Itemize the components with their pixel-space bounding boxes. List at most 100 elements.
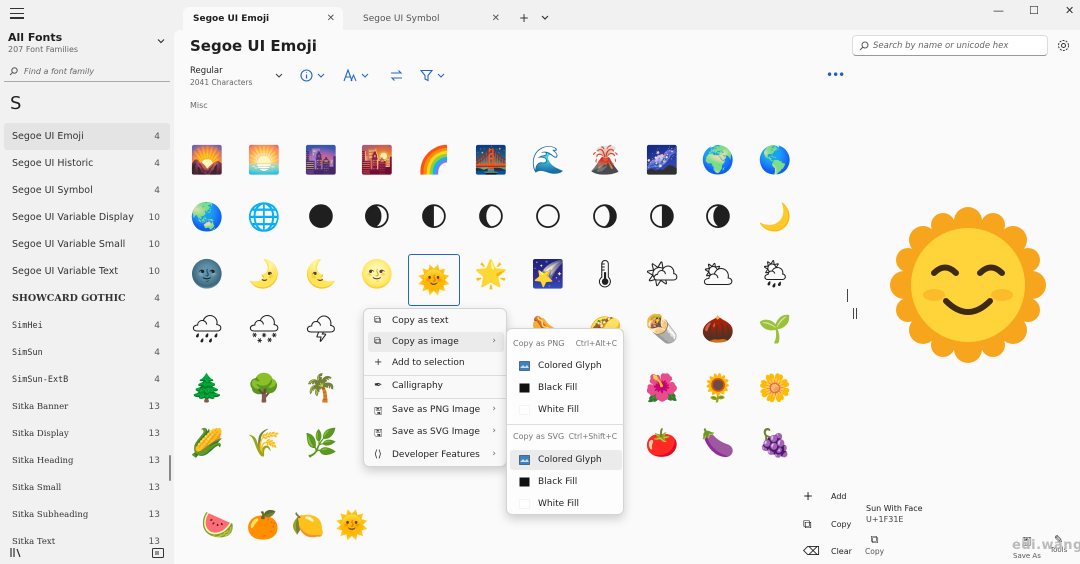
menu-item-developer-features[interactable]: ⟨⟩ Developer Features › — [368, 445, 504, 465]
glyph-cell[interactable]: 🌒 — [351, 191, 403, 243]
font-list-item[interactable]: Segoe UI Variable Small 10 — [0, 231, 174, 258]
glyph-cell[interactable]: 🌦 — [749, 248, 801, 300]
glyph-cell[interactable]: 🌉 — [465, 134, 517, 186]
glyph-cell[interactable]: 🌿 — [295, 417, 347, 469]
glyph-cell[interactable]: 🌌 — [636, 134, 688, 186]
glyph-cell[interactable]: 🌍 — [692, 134, 744, 186]
chevron-down-icon[interactable] — [157, 37, 165, 45]
copy-button[interactable]: ⧉ Copy — [803, 517, 851, 532]
svg-black-fill[interactable]: Black Fill — [510, 472, 622, 492]
collapse-pane-icon[interactable] — [152, 548, 164, 558]
glyph-cell[interactable]: 🌺 — [636, 362, 688, 414]
glyph-cell[interactable]: 🍇 — [749, 417, 801, 469]
glyph-cell[interactable]: 🌼 — [749, 362, 801, 414]
close-tab-icon[interactable]: ✕ — [327, 13, 335, 24]
tab-segoe-ui-symbol[interactable]: Segoe UI Symbol ✕ — [353, 7, 508, 31]
text-size-icon[interactable] — [343, 69, 370, 82]
glyph-cell[interactable]: 🌞 — [408, 254, 460, 306]
glyph-cell[interactable]: 🌎 — [749, 134, 801, 186]
info-icon[interactable] — [300, 69, 326, 82]
glyph-cell[interactable]: 🌔 — [465, 191, 517, 243]
glyph-cell[interactable]: 🌴 — [295, 362, 347, 414]
font-list-item[interactable]: SHOWCARD GOTHIC 4 — [0, 285, 174, 312]
font-list-item[interactable]: Sitka Small 13 — [0, 474, 174, 501]
glyph-cell[interactable]: 🌯 — [636, 303, 688, 355]
png-black-fill[interactable]: Black Fill — [510, 378, 622, 398]
font-list-item[interactable]: Sitka Display 13 — [0, 420, 174, 447]
font-list-item[interactable]: SimHei 4 — [0, 312, 174, 339]
glyph-cell[interactable]: 🌓 — [408, 191, 460, 243]
glyph-cell[interactable]: 🌟 — [465, 248, 517, 300]
glyph-cell[interactable]: 🌧 — [181, 303, 233, 355]
menu-item-calligraphy[interactable]: ✒ Calligraphy — [368, 376, 504, 396]
glyph-cell[interactable]: 🌡 — [579, 248, 631, 300]
close-window-icon[interactable]: ✕ — [1065, 4, 1074, 17]
svg-colored-glyph[interactable]: Colored Glyph — [510, 450, 622, 470]
font-list-item[interactable]: Sitka Text 13 — [0, 528, 174, 555]
glyph-cell[interactable]: 🌠 — [522, 248, 574, 300]
tab-list-chevron-icon[interactable] — [541, 15, 549, 21]
glyph-cell[interactable]: 🌥 — [692, 248, 744, 300]
glyph-cell[interactable]: 🌑 — [295, 191, 347, 243]
glyph-cell[interactable]: 🌰 — [692, 303, 744, 355]
glyph-cell[interactable]: 🌗 — [636, 191, 688, 243]
font-list-item[interactable]: Sitka Subheading 13 — [0, 501, 174, 528]
glyph-cell[interactable]: 🌝 — [351, 248, 403, 300]
add-button[interactable]: + Add — [803, 489, 847, 503]
glyph-cell[interactable]: 🌻 — [692, 362, 744, 414]
glyph-cell[interactable]: 🌛 — [238, 248, 290, 300]
glyph-cell[interactable]: 🌐 — [238, 191, 290, 243]
glyph-cell[interactable]: 🌤 — [636, 248, 688, 300]
font-list-item[interactable]: Segoe UI Historic 4 — [0, 150, 174, 177]
png-white-fill[interactable]: White Fill — [510, 400, 622, 420]
glyph-cell[interactable]: 🌋 — [579, 134, 631, 186]
minimize-icon[interactable]: — — [993, 4, 1004, 17]
glyph-cell[interactable]: 🌆 — [295, 134, 347, 186]
font-group-title[interactable]: All Fonts — [8, 31, 62, 44]
clear-button[interactable]: ⌫ Clear — [803, 544, 852, 558]
glyph-cell[interactable]: 🌖 — [579, 191, 631, 243]
menu-item-save-as-svg[interactable]: 🖫 Save as SVG Image › — [368, 422, 504, 442]
font-list-item[interactable]: Sitka Heading 13 — [0, 447, 174, 474]
menu-item-copy-as-text[interactable]: ⧉ Copy as text — [368, 311, 504, 331]
menu-item-copy-as-image[interactable]: ⧉ Copy as image › — [368, 332, 504, 352]
glyph-cell[interactable]: 🌳 — [238, 362, 290, 414]
glyph-cell[interactable]: 🌙 — [749, 191, 801, 243]
glyph-cell[interactable]: 🌅 — [238, 134, 290, 186]
more-options-icon[interactable]: ••• — [826, 68, 845, 82]
filter-icon[interactable] — [420, 69, 447, 82]
copy-glyph-button[interactable]: ⧉ Copy — [865, 533, 884, 556]
glyph-cell[interactable]: 🌚 — [181, 248, 233, 300]
glyph-cell[interactable]: 🌈 — [408, 134, 460, 186]
menu-item-save-as-png[interactable]: 🖫 Save as PNG Image › — [368, 400, 504, 420]
maximize-icon[interactable]: ☐ — [1029, 4, 1039, 17]
glyph-cell[interactable]: 🍆 — [692, 417, 744, 469]
glyph-cell[interactable]: 🌏 — [181, 191, 233, 243]
glyph-cell[interactable]: 🌩 — [295, 303, 347, 355]
glyph-cell[interactable]: 🌊 — [522, 134, 574, 186]
menu-item-add-to-selection[interactable]: + Add to selection — [368, 353, 504, 373]
sidebar-scrollbar[interactable] — [169, 455, 171, 481]
font-list-item[interactable]: SimSun-ExtB 4 — [0, 366, 174, 393]
glyph-cell[interactable]: 🌽 — [181, 417, 233, 469]
font-list-item[interactable]: Segoe UI Emoji 4 — [4, 123, 170, 150]
glyph-cell[interactable]: 🌱 — [749, 303, 801, 355]
library-icon[interactable] — [10, 547, 21, 558]
tab-segoe-ui-emoji[interactable]: Segoe UI Emoji ✕ — [183, 7, 343, 31]
gear-icon[interactable] — [1057, 39, 1070, 52]
glyph-cell[interactable]: 🌾 — [238, 417, 290, 469]
glyph-cell[interactable]: 🌲 — [181, 362, 233, 414]
swap-arrows-icon[interactable] — [390, 69, 403, 82]
font-list-item[interactable]: Segoe UI Symbol 4 — [0, 177, 174, 204]
font-list-item[interactable]: Segoe UI Variable Text 10 — [0, 258, 174, 285]
font-list-item[interactable]: SimSun 4 — [0, 339, 174, 366]
font-list-item[interactable]: Sitka Banner 13 — [0, 393, 174, 420]
glyph-cell[interactable]: 🌨 — [238, 303, 290, 355]
png-colored-glyph[interactable]: Colored Glyph — [510, 356, 622, 376]
svg-white-fill[interactable]: White Fill — [510, 494, 622, 514]
glyph-cell[interactable]: 🌄 — [181, 134, 233, 186]
glyph-cell[interactable]: 🌇 — [351, 134, 403, 186]
style-chevron-down-icon[interactable] — [275, 73, 283, 79]
font-search-field[interactable]: Find a font family — [4, 62, 170, 82]
hamburger-menu-icon[interactable] — [10, 8, 24, 20]
